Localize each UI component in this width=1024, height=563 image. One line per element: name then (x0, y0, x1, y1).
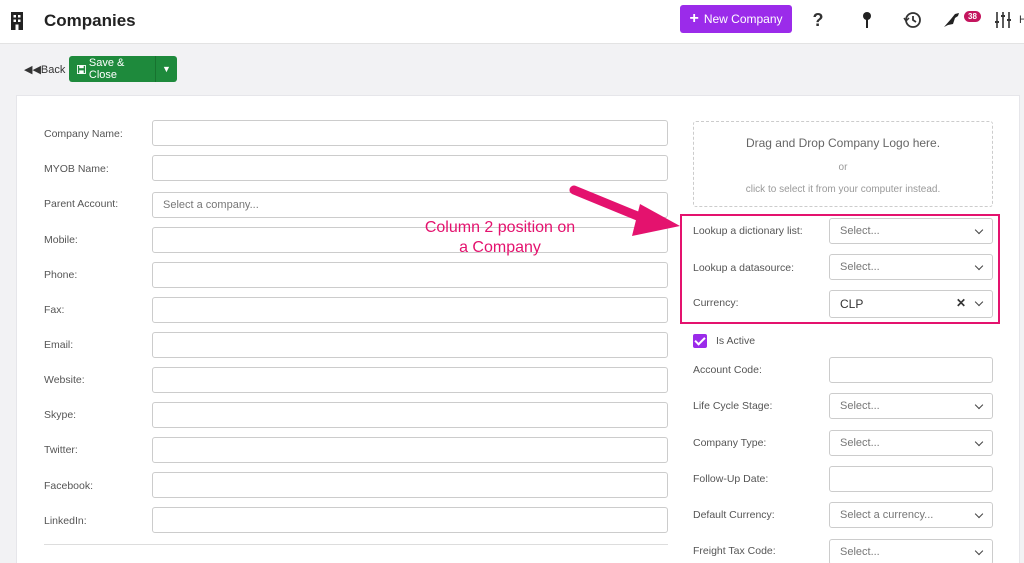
annotation-arrow (569, 185, 680, 236)
annotation-text: Column 2 position on a Company (424, 219, 576, 256)
